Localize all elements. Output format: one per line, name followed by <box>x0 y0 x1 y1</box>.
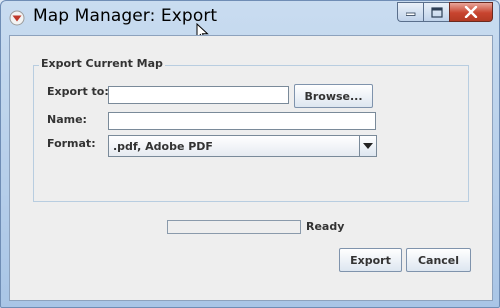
close-button[interactable] <box>449 2 493 22</box>
window-title: Map Manager: Export <box>33 6 218 26</box>
window-controls <box>397 2 493 23</box>
export-to-input[interactable] <box>108 86 289 104</box>
cancel-button[interactable]: Cancel <box>406 248 471 272</box>
format-dropdown-button[interactable] <box>359 136 376 156</box>
maximize-button[interactable] <box>423 2 449 22</box>
name-label: Name: <box>47 113 87 126</box>
export-current-map-group: Export Current Map Export to: Browse... … <box>33 57 469 202</box>
close-icon <box>464 6 478 18</box>
minimize-button[interactable] <box>397 2 423 22</box>
dialog-body: Export Current Map Export to: Browse... … <box>9 35 493 301</box>
title-bar[interactable]: Map Manager: Export <box>1 1 499 42</box>
format-select[interactable]: .pdf, Adobe PDF <box>108 135 377 157</box>
maximize-icon <box>430 6 443 18</box>
minimize-icon <box>405 12 415 16</box>
chevron-down-icon <box>363 143 373 149</box>
format-label: Format: <box>47 137 96 150</box>
status-text: Ready <box>306 220 345 233</box>
app-icon <box>9 10 25 26</box>
name-input[interactable] <box>108 112 376 130</box>
export-to-label: Export to: <box>47 85 109 98</box>
format-selected-value: .pdf, Adobe PDF <box>113 140 213 153</box>
export-dialog: Map Manager: Export Export Current Map E… <box>0 0 500 308</box>
browse-button[interactable]: Browse... <box>294 84 373 108</box>
group-title: Export Current Map <box>39 57 165 70</box>
export-button[interactable]: Export <box>339 248 402 272</box>
export-progress-bar <box>167 220 301 234</box>
